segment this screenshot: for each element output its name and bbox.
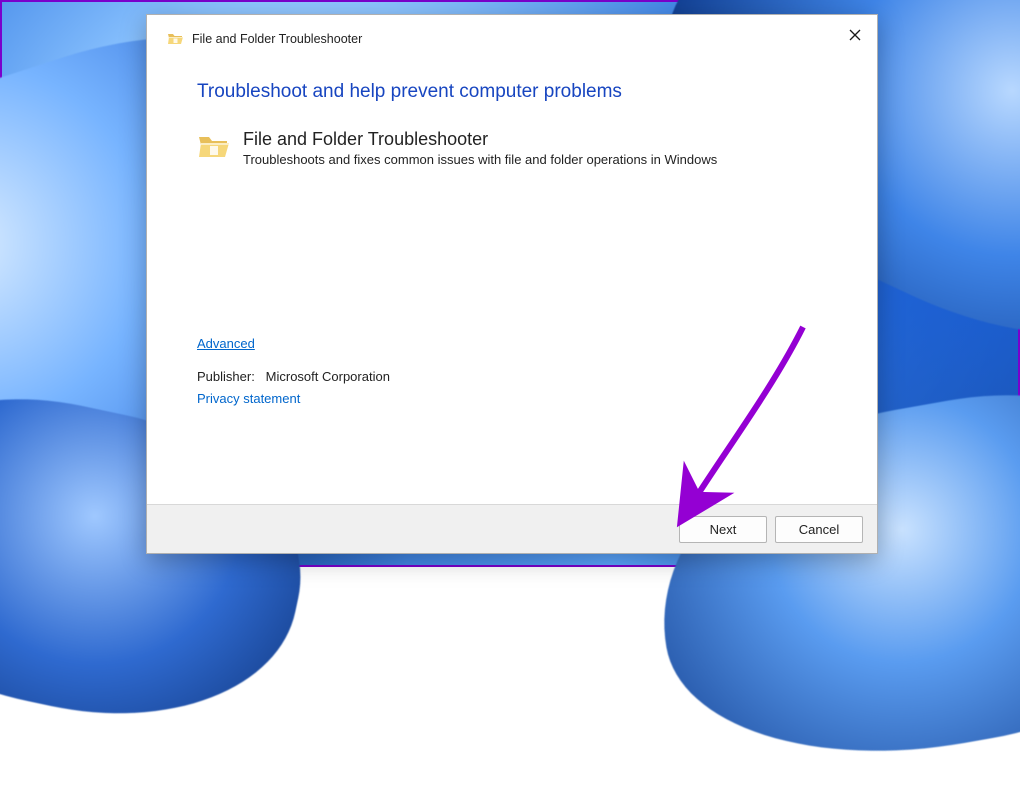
dialog-header: File and Folder Troubleshooter [147, 15, 877, 57]
privacy-statement-link[interactable]: Privacy statement [197, 391, 300, 406]
item-title: File and Folder Troubleshooter [243, 129, 717, 150]
cancel-button[interactable]: Cancel [775, 516, 863, 543]
close-icon [849, 29, 861, 41]
dialog-body: Troubleshoot and help prevent computer p… [147, 57, 877, 504]
dialog-title: File and Folder Troubleshooter [192, 32, 362, 46]
item-description: Troubleshoots and fixes common issues wi… [243, 152, 717, 167]
troubleshooter-dialog: File and Folder Troubleshooter Troublesh… [146, 14, 878, 554]
close-button[interactable] [839, 21, 871, 49]
publisher-row: Publisher: Microsoft Corporation [197, 369, 827, 384]
dialog-footer: Next Cancel [147, 504, 877, 553]
folder-open-icon [197, 131, 229, 163]
folder-open-icon [167, 31, 183, 47]
advanced-link[interactable]: Advanced [197, 336, 255, 351]
next-button[interactable]: Next [679, 516, 767, 543]
publisher-label: Publisher: [197, 369, 255, 384]
page-heading: Troubleshoot and help prevent computer p… [197, 81, 827, 103]
publisher-value: Microsoft Corporation [266, 369, 390, 384]
troubleshooter-item: File and Folder Troubleshooter Troublesh… [197, 129, 827, 167]
